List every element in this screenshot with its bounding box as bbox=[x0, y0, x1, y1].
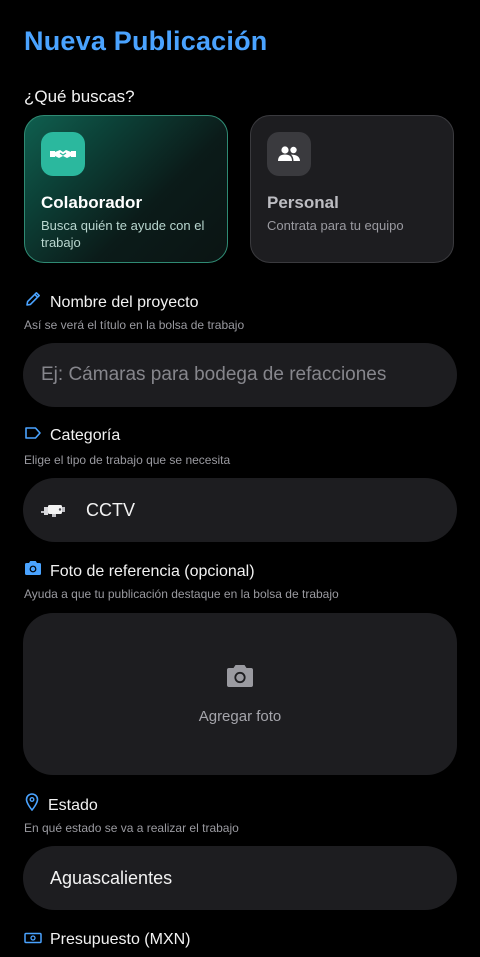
option-title: Personal bbox=[267, 193, 339, 212]
page-title: Nueva Publicación bbox=[24, 26, 268, 56]
project-name-help: Así se verá el título en la bolsa de tra… bbox=[24, 318, 245, 332]
location-pin-icon bbox=[24, 793, 40, 818]
option-title: Colaborador bbox=[41, 193, 143, 212]
camera-icon bbox=[225, 663, 255, 694]
category-select[interactable]: CCTV bbox=[23, 478, 457, 542]
new-post-screen: Nueva Publicación ¿Qué buscas? Colaborad… bbox=[0, 0, 480, 957]
state-select[interactable]: Aguascalientes bbox=[23, 846, 457, 910]
option-card-colaborador[interactable]: Colaborador Busca quién te ayude con el … bbox=[24, 115, 228, 263]
camera-icon bbox=[24, 560, 42, 583]
photo-label: Foto de referencia (opcional) bbox=[24, 560, 255, 583]
tag-icon bbox=[24, 425, 42, 447]
category-label: Categoría bbox=[24, 425, 120, 447]
option-description: Contrata para tu equipo bbox=[267, 218, 404, 233]
cctv-camera-icon bbox=[40, 502, 66, 518]
budget-label: Presupuesto (MXN) bbox=[24, 929, 191, 951]
category-value: CCTV bbox=[86, 499, 135, 520]
pencil-icon bbox=[24, 290, 42, 315]
project-name-input[interactable]: Ej: Cámaras para bodega de refacciones bbox=[23, 343, 457, 407]
state-label: Estado bbox=[24, 793, 98, 818]
project-name-placeholder: Ej: Cámaras para bodega de refacciones bbox=[41, 364, 387, 385]
add-photo-label: Agregar foto bbox=[198, 708, 282, 725]
state-help: En qué estado se va a realizar el trabaj… bbox=[24, 821, 239, 835]
handshake-icon bbox=[41, 132, 85, 176]
option-card-personal[interactable]: Personal Contrata para tu equipo bbox=[250, 115, 454, 263]
group-icon bbox=[267, 132, 311, 176]
search-type-question: ¿Qué buscas? bbox=[24, 87, 135, 106]
option-description: Busca quién te ayude con el trabajo bbox=[41, 218, 205, 250]
project-name-label: Nombre del proyecto bbox=[24, 290, 199, 315]
category-help: Elige el tipo de trabajo que se necesita bbox=[24, 453, 231, 467]
state-value: Aguascalientes bbox=[50, 867, 173, 888]
photo-help: Ayuda a que tu publicación destaque en l… bbox=[24, 587, 339, 601]
add-photo-button[interactable]: Agregar foto bbox=[23, 613, 457, 775]
banknote-icon bbox=[24, 929, 42, 951]
